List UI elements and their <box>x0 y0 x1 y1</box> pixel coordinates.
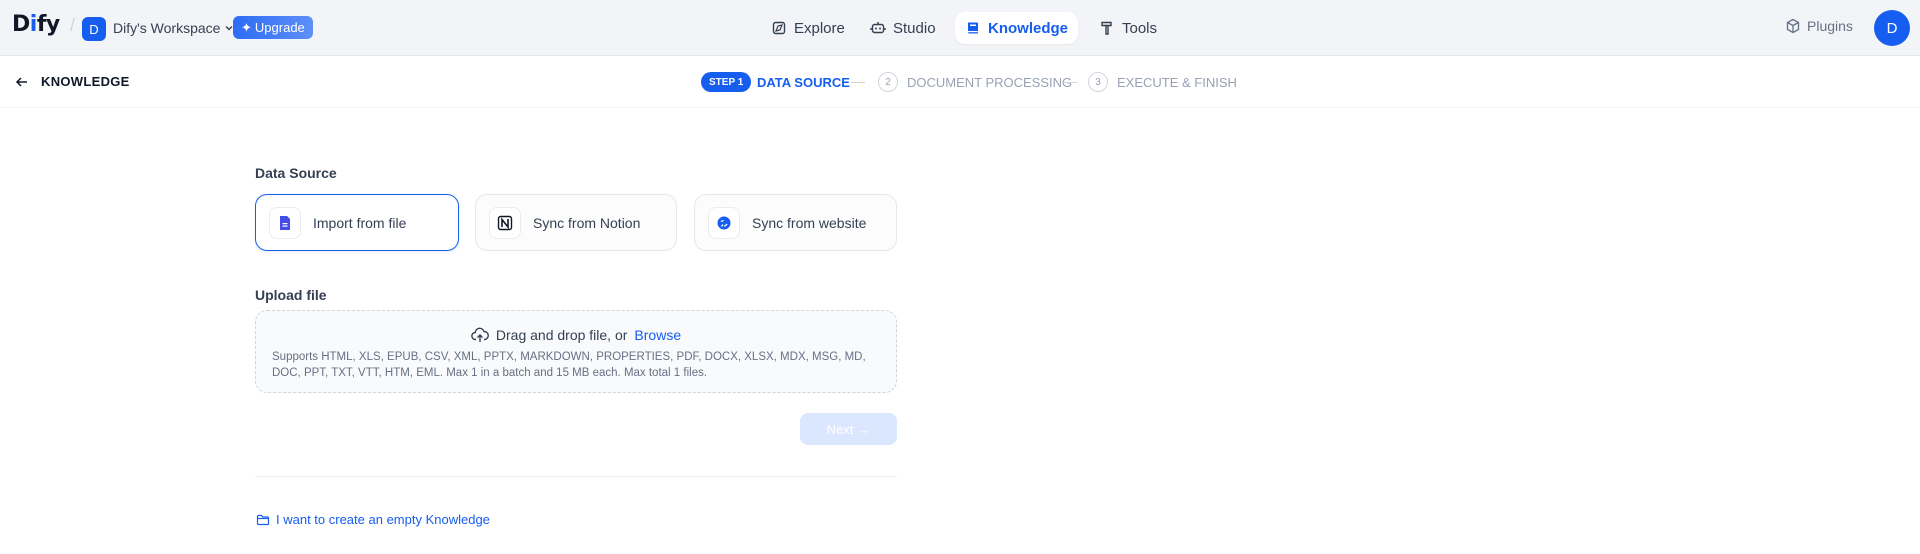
plugins-button[interactable]: Plugins <box>1785 18 1853 34</box>
next-button[interactable]: Next → <box>800 413 897 445</box>
notion-icon <box>497 215 513 230</box>
step-1-label: DATA SOURCE <box>757 75 850 90</box>
upload-file-title: Upload file <box>255 287 327 303</box>
cube-icon <box>1786 18 1800 34</box>
browse-link[interactable]: Browse <box>634 327 681 343</box>
step-3-number: 3 <box>1088 72 1108 92</box>
drag-drop-text: Drag and drop file, or <box>495 327 628 343</box>
source-label: Sync from Notion <box>533 214 641 231</box>
upgrade-button[interactable]: ✦ Upgrade <box>233 16 313 39</box>
user-avatar[interactable]: D <box>1874 10 1910 46</box>
nav-knowledge[interactable]: Knowledge <box>955 12 1079 44</box>
arrow-right-icon: → <box>857 421 871 437</box>
top-navigation-bar: Dify / D Dify's Workspace ✦ Upgrade Expl… <box>0 0 1920 56</box>
book-icon <box>968 22 978 34</box>
import-from-file-option[interactable]: Import from file <box>255 194 459 251</box>
sparkle-icon: ✦ <box>241 19 252 35</box>
step-connector <box>851 82 865 83</box>
data-source-title: Data Source <box>255 165 337 181</box>
nav-studio[interactable]: Studio <box>860 12 946 44</box>
supported-formats-text: Supports HTML, XLS, EPUB, CSV, XML, PPTX… <box>272 351 866 379</box>
step-2-label: DOCUMENT PROCESSING <box>907 75 1073 90</box>
robot-icon <box>870 22 886 34</box>
step-1-badge: STEP 1 <box>701 72 752 92</box>
nav-explore[interactable]: Explore <box>761 12 855 44</box>
arrow-left-icon <box>15 76 27 87</box>
hammer-icon <box>1101 21 1112 35</box>
source-label: Sync from website <box>752 214 867 231</box>
upload-cloud-icon <box>471 327 489 342</box>
sync-from-notion-option[interactable]: Sync from Notion <box>475 194 677 251</box>
nav-tools[interactable]: Tools <box>1089 12 1167 44</box>
workspace-avatar[interactable]: D <box>82 17 106 41</box>
globe-icon <box>717 216 731 229</box>
divider <box>255 476 897 477</box>
step-2-number: 2 <box>878 72 898 92</box>
step-3-label: EXECUTE & FINISH <box>1117 75 1237 90</box>
folder-icon <box>256 514 270 525</box>
file-icon <box>280 215 290 230</box>
source-label: Import from file <box>313 214 407 231</box>
workspace-name: Dify's Workspace <box>113 20 221 36</box>
back-to-knowledge[interactable]: KNOWLEDGE <box>15 74 130 89</box>
compass-icon <box>772 21 786 35</box>
file-dropzone[interactable]: Drag and drop file, or Browse Supports H… <box>255 310 897 393</box>
step-connector <box>1063 82 1077 83</box>
step-bar: KNOWLEDGE STEP 1 DATA SOURCE 2 DOCUMENT … <box>0 56 1920 108</box>
sync-from-website-option[interactable]: Sync from website <box>694 194 897 251</box>
create-empty-knowledge-link[interactable]: I want to create an empty Knowledge <box>256 512 490 527</box>
dify-logo[interactable]: Dify <box>12 12 60 37</box>
breadcrumb-separator: / <box>70 15 76 35</box>
workspace-selector[interactable]: Dify's Workspace <box>113 20 235 36</box>
